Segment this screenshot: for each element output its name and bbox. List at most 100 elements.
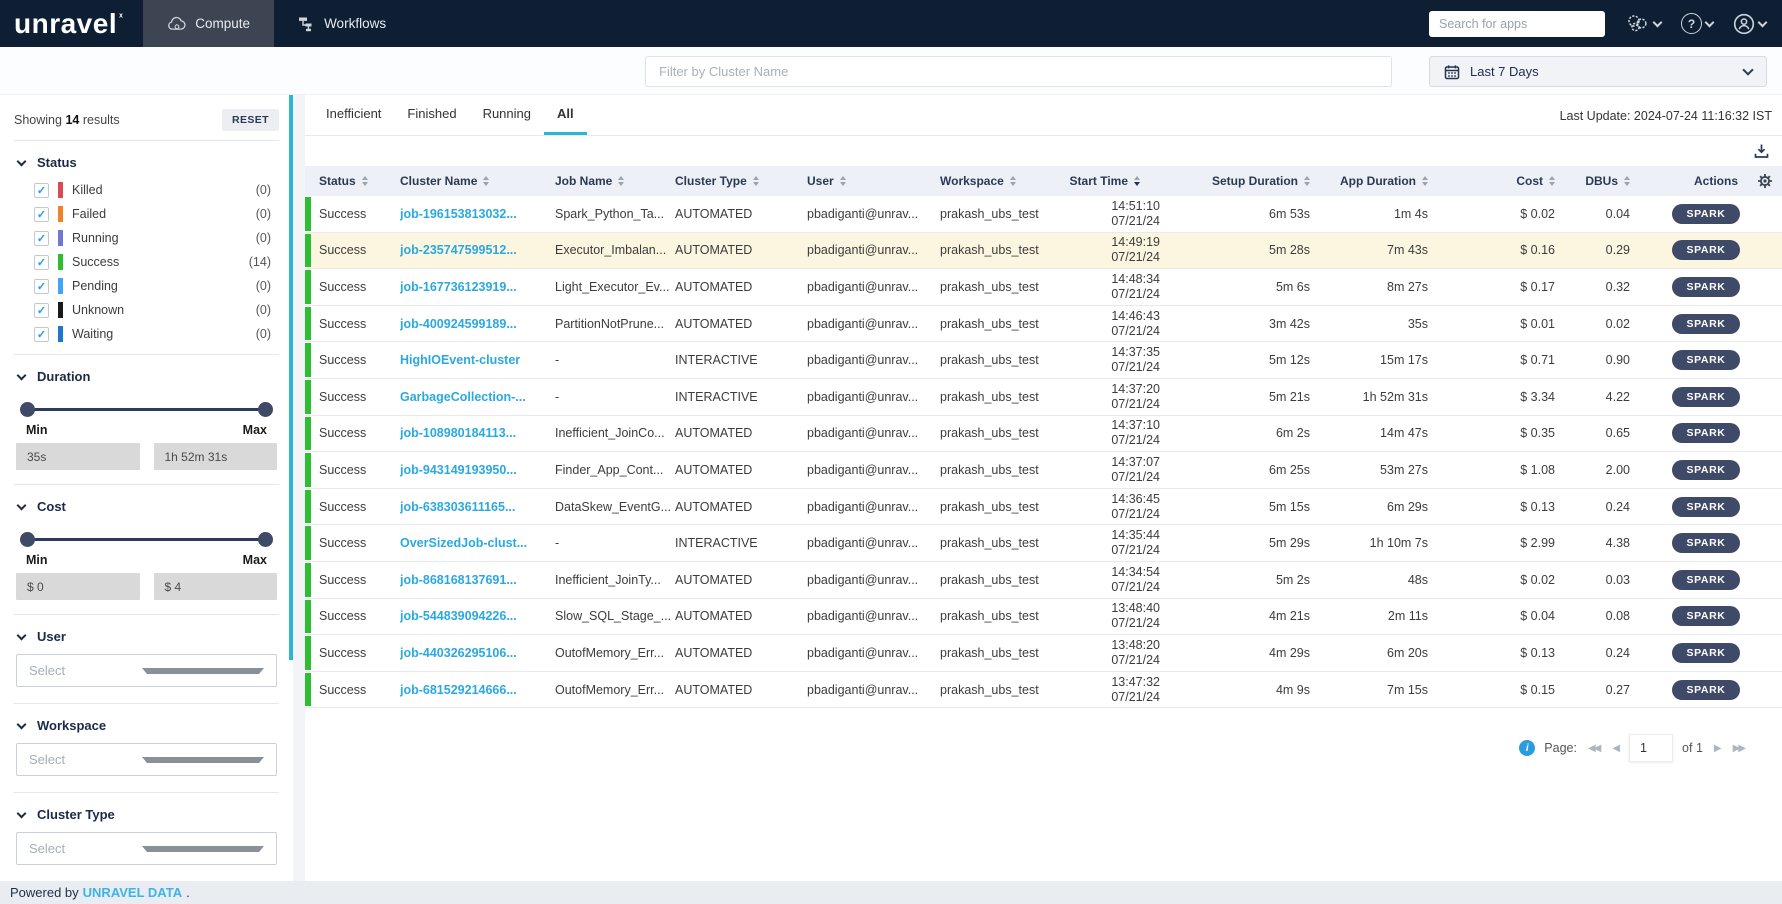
spark-button[interactable]: SPARK (1672, 570, 1741, 590)
next-page-button[interactable]: ▶ (1712, 743, 1722, 754)
workspace-cell: prakash_ubs_test (940, 683, 1065, 697)
sort-icon[interactable] (1624, 176, 1630, 186)
status-checkbox[interactable]: ✓ (34, 255, 49, 270)
column-header[interactable]: Start Time (1065, 174, 1160, 188)
status-checkbox[interactable]: ✓ (34, 327, 49, 342)
column-header[interactable]: Cost (1448, 174, 1575, 188)
cluster-name-link[interactable]: HighIOEvent-cluster (400, 353, 555, 367)
duration-min-value[interactable]: 35s (16, 443, 140, 470)
prev-page-button[interactable]: ◀ (1610, 743, 1620, 754)
search-input[interactable] (1429, 11, 1605, 37)
sort-icon[interactable] (483, 176, 489, 186)
sort-icon[interactable] (753, 176, 759, 186)
cluster-type-section-header[interactable]: Cluster Type (14, 803, 279, 830)
workspace-section-header[interactable]: Workspace (14, 714, 279, 741)
cluster-name-link[interactable]: job-440326295106... (400, 646, 555, 660)
table-tab[interactable]: All (544, 95, 587, 135)
nav-tab-workflows[interactable]: Workflows (274, 0, 410, 47)
sort-icon[interactable] (840, 176, 846, 186)
cluster-name-link[interactable]: job-167736123919... (400, 280, 555, 294)
table-tab[interactable]: Running (470, 95, 544, 135)
column-header[interactable]: Status (305, 174, 400, 188)
cluster-name-link[interactable]: GarbageCollection-... (400, 390, 555, 404)
status-checkbox[interactable]: ✓ (34, 183, 49, 198)
user-dropdown[interactable] (1733, 13, 1766, 35)
row-status-bar (305, 453, 311, 487)
column-header[interactable]: DBUs (1575, 174, 1650, 188)
column-header[interactable]: Workspace (940, 174, 1065, 188)
sort-icon[interactable] (1134, 176, 1140, 186)
user-section-header[interactable]: User (14, 625, 279, 652)
cluster-type-select[interactable]: Select (16, 832, 277, 865)
column-header[interactable]: App Duration (1330, 174, 1448, 188)
unravel-data-link[interactable]: UNRAVEL DATA (83, 885, 182, 900)
cluster-name-link[interactable]: job-400924599189... (400, 317, 555, 331)
spark-button[interactable]: SPARK (1672, 204, 1741, 224)
spark-button[interactable]: SPARK (1672, 606, 1741, 626)
cluster-name-link[interactable]: OverSizedJob-clust... (400, 536, 555, 550)
cluster-name-filter-input[interactable] (645, 56, 1392, 87)
last-page-button[interactable]: ▶▶ (1731, 743, 1746, 754)
setup-duration-cell: 5m 15s (1160, 500, 1330, 514)
column-settings-gear-icon[interactable] (1757, 173, 1773, 189)
cluster-name-link[interactable]: job-108980184113... (400, 426, 555, 440)
duration-max-value[interactable]: 1h 52m 31s (154, 443, 278, 470)
download-button[interactable] (1751, 141, 1772, 161)
cluster-menu-dropdown[interactable] (1625, 13, 1661, 34)
cluster-name-link[interactable]: job-681529214666... (400, 683, 555, 697)
spark-button[interactable]: SPARK (1672, 423, 1741, 443)
table-tab[interactable]: Finished (394, 95, 469, 135)
nav-tab-compute[interactable]: Compute (143, 0, 274, 47)
spark-button[interactable]: SPARK (1672, 497, 1741, 517)
duration-slider-max-handle[interactable] (258, 402, 273, 417)
sort-icon[interactable] (1422, 176, 1428, 186)
status-count: (14) (249, 255, 279, 269)
column-header[interactable]: Job Name (555, 174, 675, 188)
column-header[interactable]: Cluster Type (675, 174, 807, 188)
sort-icon[interactable] (362, 176, 368, 186)
cost-section-header[interactable]: Cost (14, 495, 279, 522)
user-select[interactable]: Select (16, 654, 277, 687)
status-checkbox[interactable]: ✓ (34, 231, 49, 246)
spark-button[interactable]: SPARK (1672, 460, 1741, 480)
status-section-header[interactable]: Status (14, 151, 279, 178)
duration-section-header[interactable]: Duration (14, 365, 279, 392)
cluster-name-link[interactable]: job-544839094226... (400, 609, 555, 623)
cost-min-value[interactable]: $ 0 (16, 573, 140, 600)
date-range-select[interactable]: Last 7 Days (1429, 56, 1767, 87)
duration-slider-min-handle[interactable] (20, 402, 35, 417)
help-dropdown[interactable]: ? (1681, 13, 1713, 34)
cluster-name-link[interactable]: job-638303611165... (400, 500, 555, 514)
column-header[interactable]: Setup Duration (1160, 174, 1330, 188)
sort-icon[interactable] (1010, 176, 1016, 186)
cluster-name-link[interactable]: job-868168137691... (400, 573, 555, 587)
status-checkbox[interactable]: ✓ (34, 303, 49, 318)
spark-button[interactable]: SPARK (1672, 314, 1741, 334)
cluster-name-link[interactable]: job-196153813032... (400, 207, 555, 221)
cost-max-value[interactable]: $ 4 (154, 573, 278, 600)
status-checkbox[interactable]: ✓ (34, 207, 49, 222)
cluster-name-link[interactable]: job-943149193950... (400, 463, 555, 477)
workspace-select[interactable]: Select (16, 743, 277, 776)
reset-filters-button[interactable]: RESET (222, 109, 279, 131)
sort-icon[interactable] (618, 176, 624, 186)
cost-slider-min-handle[interactable] (20, 532, 35, 547)
page-number-input[interactable] (1629, 734, 1673, 762)
column-header[interactable]: User (807, 174, 940, 188)
spark-button[interactable]: SPARK (1672, 277, 1741, 297)
spark-button[interactable]: SPARK (1672, 240, 1741, 260)
cost-slider-max-handle[interactable] (258, 532, 273, 547)
spark-button[interactable]: SPARK (1672, 680, 1741, 700)
cluster-type-cell: AUTOMATED (675, 609, 807, 623)
table-tab[interactable]: Inefficient (313, 95, 394, 135)
first-page-button[interactable]: ◀◀ (1586, 743, 1601, 754)
sort-icon[interactable] (1304, 176, 1310, 186)
cluster-name-link[interactable]: job-235747599512... (400, 243, 555, 257)
spark-button[interactable]: SPARK (1672, 387, 1741, 407)
column-header[interactable]: Cluster Name (400, 174, 555, 188)
status-checkbox[interactable]: ✓ (34, 279, 49, 294)
spark-button[interactable]: SPARK (1672, 533, 1741, 553)
spark-button[interactable]: SPARK (1672, 350, 1741, 370)
spark-button[interactable]: SPARK (1672, 643, 1741, 663)
sort-icon[interactable] (1549, 176, 1555, 186)
